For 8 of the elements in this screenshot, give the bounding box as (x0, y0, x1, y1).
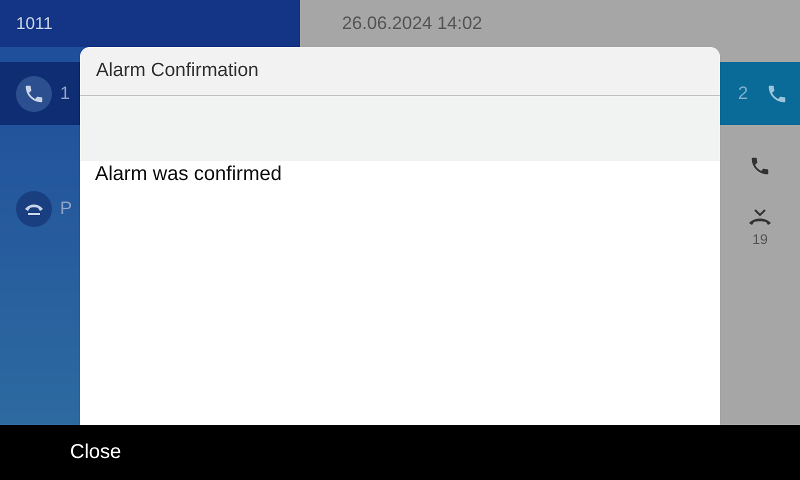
dialog-message: Alarm was confirmed (94, 162, 283, 187)
line-label: 1 (60, 83, 70, 104)
date-time: 26.06.2024 14:02 (342, 13, 482, 34)
dialog-title: Alarm Confirmation (96, 60, 259, 82)
missed-call-count: 19 (752, 231, 768, 247)
line-label: P (60, 198, 72, 219)
extension-number: 1011 (16, 14, 53, 34)
line-label: 2 (738, 83, 748, 104)
